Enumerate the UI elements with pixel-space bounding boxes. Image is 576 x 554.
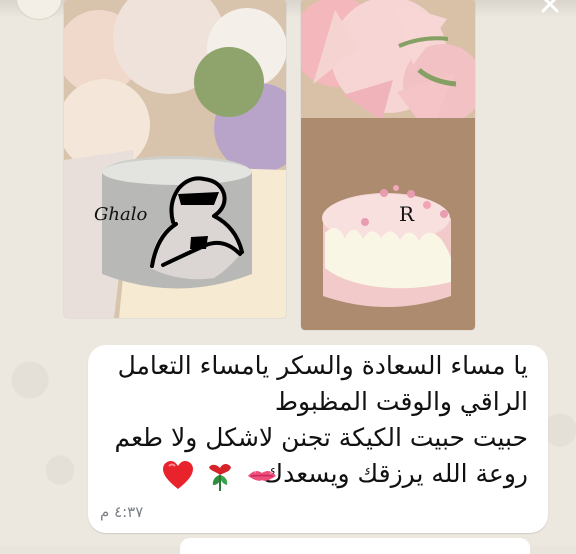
emoji-row [161, 455, 279, 497]
message-bubble[interactable]: يا مساء السعادة والسكر يامساء التعامل ال… [88, 345, 548, 533]
next-message-bubble[interactable] [180, 538, 530, 554]
grey-cake-photo[interactable]: Ghalo [64, 0, 286, 318]
kiss-mark-icon [248, 469, 276, 481]
message-line-2: الراقي والوقت المظبوط [274, 387, 528, 416]
cake-name-ghalo: Ghalo [94, 204, 147, 225]
close-icon[interactable] [536, 0, 564, 18]
message-line-1: يا مساء السعادة والسكر يامساء التعامل [117, 351, 528, 380]
message-line-3: حبيت حبيت الكيكة تجنن لاشكل ولا طعم [114, 423, 528, 452]
cake-letter-r: R [399, 202, 415, 226]
message-timestamp: ٤:٣٧ م [100, 503, 144, 521]
grey-cake-image: Ghalo [64, 0, 286, 318]
pink-cake-image: R [301, 0, 475, 330]
pink-cake-photo[interactable]: R [301, 0, 475, 330]
red-heart-icon [163, 461, 193, 489]
rose-icon [209, 464, 231, 491]
